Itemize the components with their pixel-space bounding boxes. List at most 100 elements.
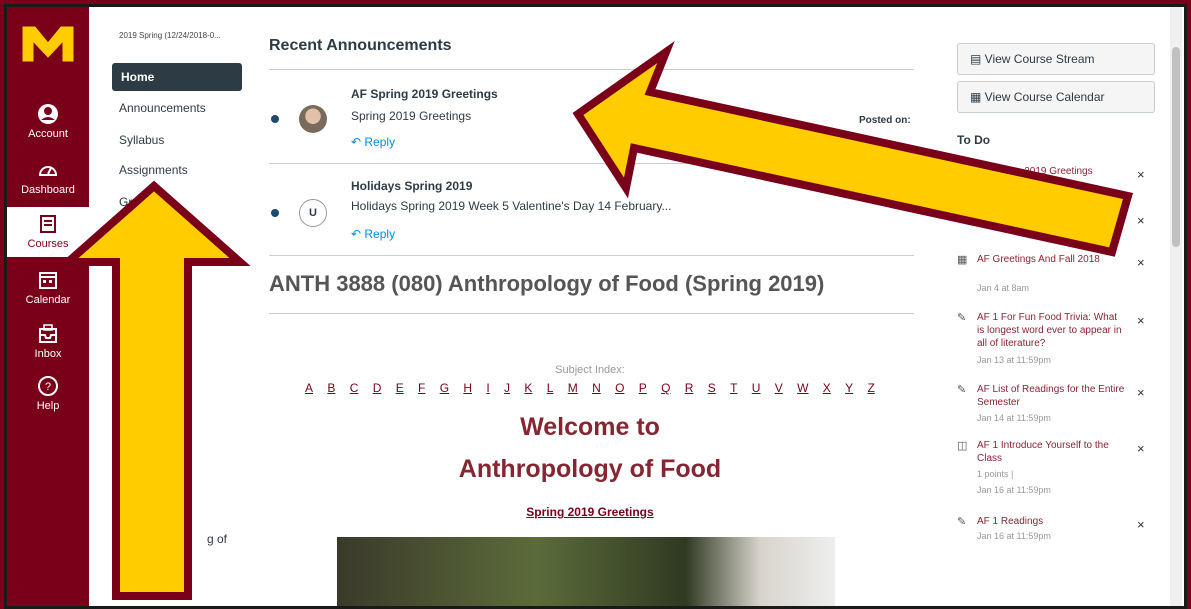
- subject-letter-link[interactable]: W: [797, 381, 808, 395]
- avatar[interactable]: [299, 105, 327, 133]
- nav-help[interactable]: ? Help: [7, 375, 89, 412]
- course-nav-home[interactable]: Home: [112, 63, 242, 91]
- subject-letter-link[interactable]: F: [418, 381, 425, 395]
- announcement-text: Spring 2019 Greetings: [351, 109, 472, 123]
- subject-letter-link[interactable]: G: [440, 381, 449, 395]
- subject-letter-link[interactable]: D: [373, 381, 382, 395]
- subject-letter-link[interactable]: V: [775, 381, 783, 395]
- view-course-calendar-button[interactable]: ▦ View Course Calendar: [957, 81, 1155, 113]
- scrollbar[interactable]: [1170, 7, 1182, 606]
- todo-title[interactable]: AF List of Readings for the Entire Semes…: [977, 383, 1127, 409]
- nav-inbox-label: Inbox: [34, 348, 62, 360]
- todo-title[interactable]: AF 1 For Fun Food Trivia: What is longes…: [977, 311, 1127, 350]
- nav-dashboard-label: Dashboard: [21, 184, 75, 196]
- todo-title[interactable]: AF Spring 2019 Greetings: [977, 165, 1127, 178]
- divider: [269, 69, 914, 70]
- avatar[interactable]: U: [299, 199, 327, 227]
- posted-label: Posted on:: [859, 115, 911, 126]
- todo-title[interactable]: AF 1 Readings: [977, 515, 1127, 528]
- todo-date: Jan 14 at 11:59pm: [977, 413, 1051, 423]
- unread-dot: [271, 209, 279, 217]
- reply-icon: ↶: [351, 135, 365, 149]
- nav-courses[interactable]: Courses: [7, 207, 89, 257]
- dashboard-icon: [38, 166, 58, 176]
- calendar-icon: ▦: [970, 90, 985, 104]
- todo-heading: To Do: [957, 133, 991, 147]
- course-nav-grades[interactable]: Gra: [119, 195, 139, 209]
- subject-letter-link[interactable]: T: [730, 381, 737, 395]
- spring-greetings-link[interactable]: Spring 2019 Greetings: [265, 505, 915, 519]
- dismiss-button[interactable]: ×: [1137, 167, 1145, 182]
- reply-link[interactable]: ↶ Reply: [351, 227, 395, 241]
- subject-letter-link[interactable]: Y: [845, 381, 853, 395]
- subject-letter-link[interactable]: M: [568, 381, 578, 395]
- course-nav-assignments[interactable]: Assignments: [119, 163, 188, 177]
- svg-text:?: ?: [45, 381, 51, 393]
- courses-icon: [40, 215, 56, 233]
- announcement-title[interactable]: Holidays Spring 2019: [351, 179, 472, 193]
- dismiss-button[interactable]: ×: [1137, 313, 1145, 328]
- subject-letter-link[interactable]: Q: [661, 381, 670, 395]
- subject-letter-link[interactable]: L: [547, 381, 554, 395]
- course-nav-syllabus[interactable]: Syllabus: [119, 133, 164, 147]
- subject-letter-link[interactable]: C: [350, 381, 359, 395]
- subject-letter-link[interactable]: N: [592, 381, 601, 395]
- todo-date: Jan 13 at 11:59pm: [977, 355, 1051, 365]
- reply-icon: ↶: [351, 227, 365, 241]
- course-nav-announcements[interactable]: Announcements: [119, 101, 206, 115]
- dismiss-button[interactable]: ×: [1137, 385, 1145, 400]
- dismiss-button[interactable]: ×: [1137, 255, 1145, 270]
- announcement-icon: ▤: [957, 166, 968, 178]
- subject-letter-link[interactable]: B: [327, 381, 335, 395]
- nav-dashboard[interactable]: Dashboard: [7, 159, 89, 196]
- help-icon: ?: [38, 376, 58, 396]
- announcement-title[interactable]: AF Spring 2019 Greetings: [351, 87, 498, 101]
- university-logo[interactable]: [21, 23, 75, 63]
- divider: [269, 313, 914, 314]
- subject-letter-link[interactable]: K: [524, 381, 532, 395]
- todo-date: Jan 16 at 11:59pm: [977, 531, 1051, 541]
- nav-inbox[interactable]: Inbox: [7, 323, 89, 360]
- nav-account[interactable]: Account: [7, 103, 89, 140]
- nav-calendar[interactable]: Calendar: [7, 269, 89, 306]
- view-course-calendar-label: View Course Calendar: [984, 90, 1105, 104]
- assignment-icon: ✎: [957, 312, 967, 324]
- announcement-item[interactable]: U Holidays Spring 2019 Holidays Spring 2…: [265, 169, 915, 257]
- reply-label: Reply: [364, 227, 396, 241]
- subject-index-label: Subject Index:: [555, 364, 625, 376]
- view-course-stream-button[interactable]: ▤ View Course Stream: [957, 43, 1155, 75]
- subject-letter-link[interactable]: Z: [867, 381, 874, 395]
- term-breadcrumb[interactable]: 2019 Spring (12/24/2018-0...: [119, 31, 239, 40]
- nav-courses-label: Courses: [27, 238, 69, 250]
- subject-letter-link[interactable]: H: [463, 381, 472, 395]
- subject-letter-link[interactable]: E: [396, 381, 404, 395]
- welcome-heading-line2: Anthropology of Food: [458, 455, 722, 483]
- subject-letter-link[interactable]: U: [752, 381, 761, 395]
- dismiss-button[interactable]: ×: [1137, 213, 1145, 228]
- announcement-item[interactable]: AF Spring 2019 Greetings Spring 2019 Gre…: [265, 77, 915, 165]
- todo-title[interactable]: AF 1 Introduce Yourself to the Class: [977, 439, 1127, 465]
- subject-letter-link[interactable]: S: [708, 381, 716, 395]
- announcement-text: Holidays Spring 2019 Week 5 Valentine's …: [351, 199, 672, 213]
- discussion-icon: ◫: [957, 440, 968, 452]
- subject-letter-link[interactable]: P: [639, 381, 647, 395]
- subject-letter-link[interactable]: O: [615, 381, 624, 395]
- subject-letter-link[interactable]: I: [486, 381, 489, 395]
- dismiss-button[interactable]: ×: [1137, 441, 1145, 456]
- assignment-icon: ✎: [957, 516, 967, 528]
- scrollbar-thumb[interactable]: [1172, 47, 1180, 247]
- subject-index-letters: AB CDEF GHI JK LMNO PQ RST UVW XYZ: [305, 381, 875, 395]
- subject-letter-link[interactable]: J: [504, 381, 510, 395]
- reply-link[interactable]: ↶ Reply: [351, 135, 395, 149]
- reply-label: Reply: [364, 135, 396, 149]
- unread-dot: [271, 115, 279, 123]
- subject-letter-link[interactable]: A: [305, 381, 313, 395]
- dismiss-button[interactable]: ×: [1137, 517, 1145, 532]
- calendar-icon: ▦: [957, 254, 968, 266]
- recent-announcements-heading: Recent Announcements: [269, 37, 452, 54]
- todo-title[interactable]: AF Greetings And Fall 2018: [977, 253, 1127, 266]
- subject-letter-link[interactable]: X: [823, 381, 831, 395]
- course-nav: 2019 Spring (12/24/2018-0... Home Announ…: [89, 7, 249, 606]
- course-nav-partial-item[interactable]: g of: [207, 532, 227, 546]
- subject-letter-link[interactable]: R: [685, 381, 694, 395]
